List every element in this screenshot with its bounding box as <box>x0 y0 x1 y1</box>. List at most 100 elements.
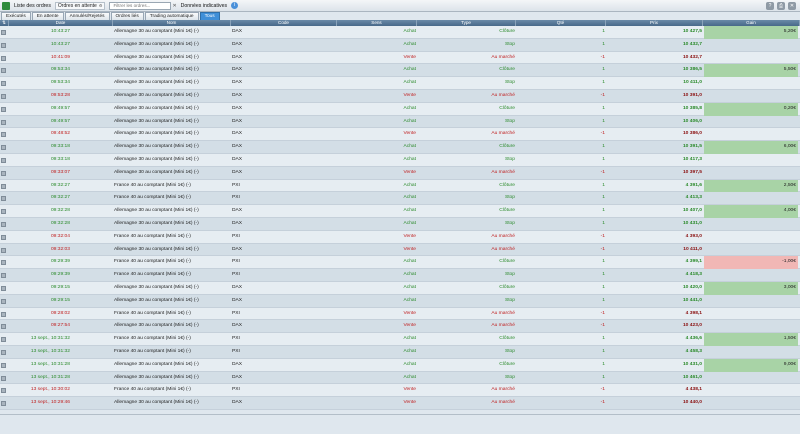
table-row[interactable]: 09:49:57 Allemagne 30 au comptant (Mini 1… <box>0 115 800 129</box>
info-icon[interactable]: i <box>231 2 239 9</box>
table-row[interactable]: 09:32:27 France 40 au comptant (Mini 1€) … <box>0 179 800 193</box>
row-status-icon <box>1 320 8 333</box>
table-row[interactable]: 09:53:34 Allemagne 30 au comptant (Mini 1… <box>0 64 800 78</box>
cell-code: PXI <box>232 233 240 239</box>
table-row[interactable]: 09:32:28 Allemagne 30 au comptant (Mini 1… <box>0 218 800 231</box>
order-icon[interactable] <box>1 145 6 151</box>
table-row[interactable]: 09:32:28 Allemagne 30 au comptant (Mini 1… <box>0 205 800 218</box>
cell-code: PXI <box>232 349 240 354</box>
cell-type: Au marché <box>491 387 515 393</box>
table-row[interactable]: 10:43:27 Allemagne 30 au comptant (Mini 1… <box>0 38 800 52</box>
tab-4[interactable]: Trading automatique <box>144 12 199 20</box>
cell-type: Stop <box>504 80 515 86</box>
tab-3[interactable]: Ordres liés <box>110 12 144 20</box>
cell-sens: Vente <box>403 54 416 60</box>
toolbar: Liste des ordres Ordres en attente ⚙ ✕ D… <box>0 0 800 12</box>
search-input[interactable] <box>109 1 172 10</box>
cell-nom: Allemagne 30 au comptant (Mini 1€) (-) <box>114 80 199 86</box>
table-row[interactable]: 09:53:28 Allemagne 30 au comptant (Mini 1… <box>0 90 800 103</box>
order-icon[interactable] <box>1 196 6 202</box>
table-row[interactable]: 09:32:03 Allemagne 30 au comptant (Mini 1… <box>0 243 800 257</box>
order-icon[interactable] <box>1 30 6 35</box>
cell-nom: Allemagne 30 au comptant (Mini 1€) (-) <box>114 297 199 303</box>
order-icon[interactable] <box>1 350 6 355</box>
table-row[interactable]: 09:49:57 Allemagne 30 au comptant (Mini 1… <box>0 102 800 116</box>
order-icon[interactable] <box>1 298 6 304</box>
table-row[interactable]: 13 sept., 10:30:02 France 40 au comptant … <box>0 384 800 398</box>
cell-date: 13 sept., 10:31:28 <box>30 361 70 367</box>
order-icon[interactable] <box>1 286 6 291</box>
close-icon[interactable]: ✕ <box>788 2 796 10</box>
order-icon[interactable] <box>1 222 6 227</box>
order-icon[interactable] <box>1 311 6 317</box>
cell-date: 09:32:28 <box>50 221 70 226</box>
order-icon[interactable] <box>1 170 6 176</box>
order-icon[interactable] <box>1 375 6 381</box>
order-icon[interactable] <box>1 337 6 343</box>
clear-search-icon[interactable]: ✕ <box>172 3 176 9</box>
cell-gain: 6,00€ <box>704 141 798 154</box>
table-row[interactable]: 13 sept., 10:31:32 France 40 au comptant … <box>0 333 800 346</box>
cell-date: 09:49:57 <box>50 105 70 111</box>
cell-qte: 1 <box>602 182 605 188</box>
cell-type: Au marché <box>491 323 515 329</box>
order-icon[interactable] <box>1 119 6 125</box>
table-row[interactable]: 09:28:02 France 40 au comptant (Mini 1€) … <box>0 307 800 321</box>
table-row[interactable]: 09:53:34 Allemagne 30 au comptant (Mini 1… <box>0 77 800 90</box>
order-icon[interactable] <box>1 68 6 74</box>
row-status-icon <box>1 205 8 218</box>
order-icon[interactable] <box>1 42 6 48</box>
cell-nom: Allemagne 30 au comptant (Mini 1€) (-) <box>114 208 199 214</box>
order-icon[interactable] <box>1 158 6 163</box>
order-icon[interactable] <box>1 55 6 61</box>
order-icon[interactable] <box>1 81 6 87</box>
table-row[interactable]: 09:29:15 Allemagne 30 au comptant (Mini 1… <box>0 282 800 295</box>
order-icon[interactable] <box>1 106 6 112</box>
order-icon[interactable] <box>1 247 6 253</box>
cell-prix: 4 438,1 <box>685 387 702 393</box>
table-row[interactable]: 09:48:52 Allemagne 30 au comptant (Mini 1… <box>0 128 800 142</box>
cell-sens: Achat <box>403 144 416 150</box>
table-row[interactable]: 09:33:18 Allemagne 30 au comptant (Mini 1… <box>0 154 800 167</box>
order-icon[interactable] <box>1 401 6 407</box>
table-row[interactable]: 09:32:27 France 40 au comptant (Mini 1€) … <box>0 192 800 206</box>
order-icon[interactable] <box>1 183 6 189</box>
table-row[interactable]: 09:29:15 Allemagne 30 au comptant (Mini 1… <box>0 294 800 308</box>
cell-prix: 4 413,3 <box>685 195 702 201</box>
cell-sens: Vente <box>403 131 416 137</box>
table-row[interactable]: 09:29:39 France 40 au comptant (Mini 1€) … <box>0 256 800 270</box>
order-icon[interactable] <box>1 132 6 138</box>
order-icon[interactable] <box>1 273 6 279</box>
tab-2[interactable]: Annulés/Rejetés <box>64 12 110 20</box>
order-icon[interactable] <box>1 388 6 394</box>
tab-5[interactable]: Tous <box>199 12 220 20</box>
table-row[interactable]: 13 sept., 10:31:28 Allemagne 30 au compta… <box>0 358 800 372</box>
order-icon[interactable] <box>1 260 6 266</box>
cell-date: 13 sept., 10:31:32 <box>30 349 70 354</box>
help-icon[interactable]: ? <box>766 2 774 10</box>
table-row[interactable]: 13 sept., 10:29:46 Allemagne 30 au compta… <box>0 397 800 410</box>
order-icon[interactable] <box>1 324 6 330</box>
order-icon[interactable] <box>1 94 6 99</box>
table-row[interactable]: 13 sept., 10:31:32 France 40 au comptant … <box>0 346 800 359</box>
row-status-icon <box>1 154 8 167</box>
cell-nom: France 40 au comptant (Mini 1€) (-) <box>114 272 191 278</box>
order-filter-dropdown[interactable]: Ordres en attente ⚙ <box>54 1 106 10</box>
tab-0[interactable]: Exécutés <box>1 12 31 20</box>
table-row[interactable]: 09:33:18 Allemagne 30 au comptant (Mini 1… <box>0 141 800 154</box>
order-icon[interactable] <box>1 362 6 368</box>
order-icon[interactable] <box>1 209 6 215</box>
cell-type: Au marché <box>491 310 515 316</box>
table-row[interactable]: 09:32:04 France 40 au comptant (Mini 1€) … <box>0 230 800 244</box>
tab-1[interactable]: En attente <box>31 12 64 20</box>
table-row[interactable]: 10:43:27 Allemagne 30 au comptant (Mini 1… <box>0 26 800 39</box>
order-icon[interactable] <box>1 234 6 240</box>
cell-type: Clôture <box>499 285 515 290</box>
table-row[interactable]: 10:41:09 Allemagne 30 au comptant (Mini 1… <box>0 51 800 65</box>
table-row[interactable]: 09:29:39 France 40 au comptant (Mini 1€) … <box>0 269 800 282</box>
print-icon[interactable]: ⎙ <box>777 2 785 10</box>
table-row[interactable]: 09:27:54 Allemagne 30 au comptant (Mini 1… <box>0 320 800 334</box>
cell-date: 09:49:57 <box>50 118 70 124</box>
table-row[interactable]: 09:33:07 Allemagne 30 au comptant (Mini 1… <box>0 166 800 180</box>
table-row[interactable]: 13 sept., 10:31:28 Allemagne 30 au compta… <box>0 371 800 385</box>
